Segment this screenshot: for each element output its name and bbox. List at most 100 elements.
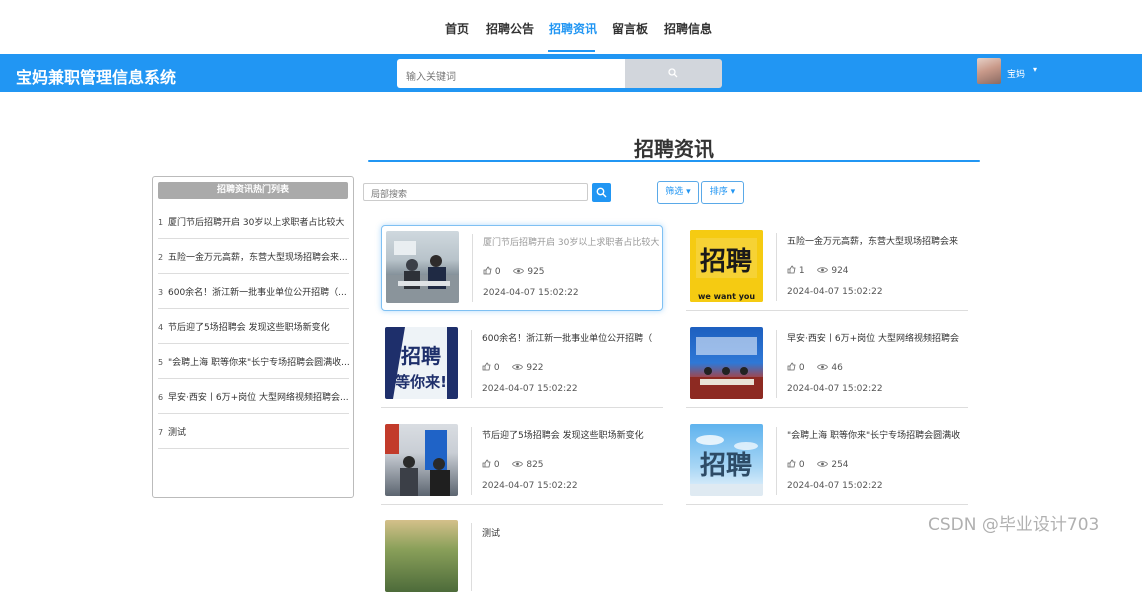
thumb-subtext: we want you [698,292,755,301]
news-title[interactable]: 早安·西安丨6万+岗位 大型网络视频招聘会 [787,331,968,344]
search-icon [596,187,607,198]
card-divider [471,523,472,591]
caret-down-icon: ▾ [686,187,691,197]
news-card[interactable]: 测试 [381,515,663,601]
card-divider [776,427,777,495]
like-count: 1 [798,266,805,276]
news-thumbnail: 招聘 等你来! [385,327,458,399]
active-tab-indicator [548,50,595,52]
news-date: 2024-04-07 15:02:22 [482,481,578,491]
thumb-subtext: 等你来! [395,373,447,391]
thumbs-up-icon [787,362,796,371]
news-thumbnail [385,424,458,496]
like-count: 0 [798,460,805,470]
news-title[interactable]: 节后迎了5场招聘会 发现这些职场新变化 [482,428,663,441]
sidebar-item[interactable]: 4 节后迎了5场招聘会 发现这些职场新变化 [158,309,349,344]
like-count: 0 [798,363,805,373]
global-search-input[interactable]: 输入关键词 [397,59,625,88]
thumbs-up-icon [787,265,796,274]
sidebar-title: 招聘资讯热门列表 [158,182,348,199]
view-count: 254 [831,460,849,470]
sort-dropdown-button[interactable]: 排序 ▾ [701,181,744,204]
sidebar-item[interactable]: 1 厦门节后招聘开启 30岁以上求职者占比较大 [158,204,349,239]
eye-icon [512,461,524,467]
news-thumbnail [690,327,763,399]
news-card[interactable]: 早安·西安丨6万+岗位 大型网络视频招聘会 0 46 2024-04-07 15… [686,322,968,408]
news-thumbnail: 招聘 we want you [690,230,763,302]
watermark: CSDN @毕业设计703 [928,515,1100,535]
eye-icon [513,268,525,274]
nav-job-info[interactable]: 招聘信息 [664,20,712,37]
local-search-input[interactable]: 局部搜索 [363,183,588,201]
top-navigation: 首页 招聘公告 招聘资讯 留言板 招聘信息 [0,0,1142,54]
card-divider [471,427,472,495]
thumb-text: 招聘 [401,344,441,368]
user-avatar[interactable] [977,58,1001,84]
news-stats: 0 925 [483,266,545,277]
nav-announcements[interactable]: 招聘公告 [486,20,534,37]
news-card[interactable]: 招聘 we want you 五险一金万元高薪，东营大型现场招聘会来 1 924… [686,225,968,311]
caret-down-icon: ▾ [730,187,736,197]
news-stats: 0 825 [482,459,544,470]
news-card[interactable]: 厦门节后招聘开启 30岁以上求职者占比较大 0 925 2024-04-07 1… [381,225,663,311]
news-title[interactable]: 厦门节后招聘开启 30岁以上求职者占比较大 [483,235,664,248]
global-search-button[interactable] [625,59,722,88]
hot-news-sidebar: 招聘资讯热门列表 1 厦门节后招聘开启 30岁以上求职者占比较大 2 五险一金万元高… [152,176,354,498]
news-stats: 0 254 [787,459,849,470]
news-date: 2024-04-07 15:02:22 [482,384,578,394]
like-count: 0 [493,460,500,470]
card-divider [471,330,472,398]
view-count: 925 [527,267,545,277]
news-title[interactable]: 600余名！浙江新一批事业单位公开招聘（ [482,331,663,344]
news-stats: 1 924 [787,265,849,276]
news-card[interactable]: 招聘 等你来! 600余名！浙江新一批事业单位公开招聘（ 0 922 2024-… [381,322,663,408]
page-title: 招聘资讯 [634,137,714,161]
news-date: 2024-04-07 15:02:22 [787,481,883,491]
like-count: 0 [493,363,500,373]
news-stats: 0 922 [482,362,544,373]
card-divider [776,233,777,301]
sidebar-item[interactable]: 2 五险一金万元高薪，东营大型现场招聘会来... [158,239,349,274]
eye-icon [817,267,829,273]
news-title[interactable]: 测试 [482,526,663,539]
thumbs-up-icon [483,266,492,275]
thumbs-up-icon [482,459,491,468]
sidebar-item[interactable]: 3 600余名！浙江新一批事业单位公开招聘（... [158,274,349,309]
view-count: 825 [526,460,544,470]
eye-icon [817,364,829,370]
nav-home[interactable]: 首页 [445,20,469,37]
news-thumbnail [385,520,458,592]
thumb-text: 招聘 [700,451,752,481]
view-count: 46 [831,363,843,373]
sidebar-item[interactable]: 7 测试 [158,414,349,449]
news-card[interactable]: 招聘 "会聘上海 职等你来"长宁专场招聘会圆满收 0 254 2024-04-0… [686,419,968,505]
eye-icon [817,461,829,467]
news-card[interactable]: 节后迎了5场招聘会 发现这些职场新变化 0 825 2024-04-07 15:… [381,419,663,505]
thumbs-up-icon [482,362,491,371]
card-divider [472,234,473,302]
view-count: 924 [831,266,849,276]
news-thumbnail: 招聘 [690,424,763,496]
sidebar-item[interactable]: 5 "会聘上海 职等你来"长宁专场招聘会圆满收... [158,344,349,379]
news-thumbnail [386,231,459,303]
card-divider [776,330,777,398]
header-bar: 宝妈兼职管理信息系统 输入关键词 宝妈 ▾ [0,54,1142,92]
filter-dropdown-button[interactable]: 筛选 ▾ [657,181,699,204]
view-count: 922 [526,363,544,373]
search-icon [668,68,678,78]
thumbs-up-icon [787,459,796,468]
news-title[interactable]: "会聘上海 职等你来"长宁专场招聘会圆满收 [787,428,968,441]
news-date: 2024-04-07 15:02:22 [787,384,883,394]
news-date: 2024-04-07 15:02:22 [483,288,579,298]
like-count: 0 [494,267,501,277]
news-date: 2024-04-07 15:02:22 [787,287,883,297]
news-title[interactable]: 五险一金万元高薪，东营大型现场招聘会来 [787,234,968,247]
news-stats: 0 46 [787,362,843,373]
user-name[interactable]: 宝妈 [1007,67,1025,80]
local-search-button[interactable] [592,183,611,202]
nav-message-board[interactable]: 留言板 [612,20,648,37]
sidebar-item[interactable]: 6 早安·西安丨6万+岗位 大型网络视频招聘会... [158,379,349,414]
chevron-down-icon[interactable]: ▾ [1033,65,1037,74]
nav-news[interactable]: 招聘资讯 [549,20,597,37]
eye-icon [512,364,524,370]
